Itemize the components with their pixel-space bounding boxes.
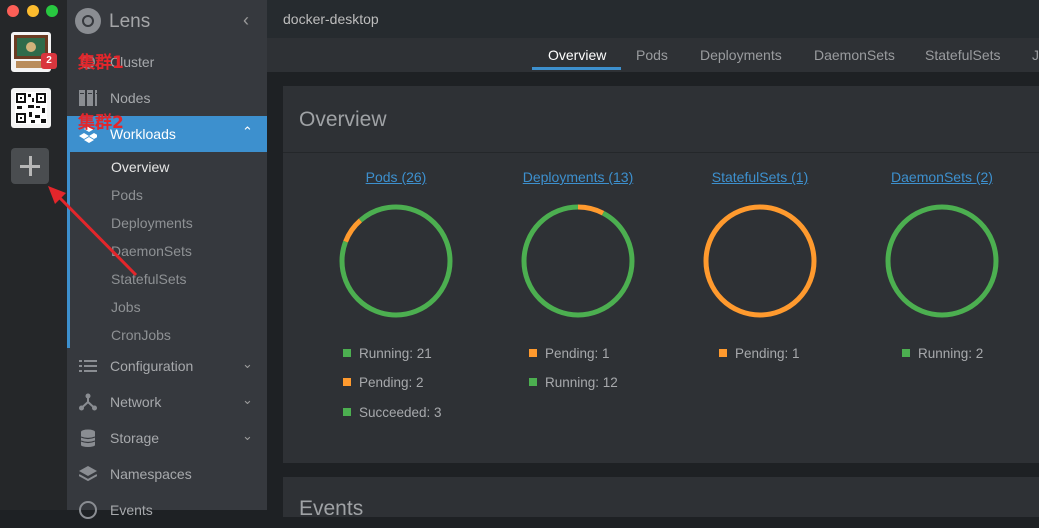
divider — [283, 152, 1039, 153]
lens-logo-icon — [75, 8, 101, 34]
main-content: docker-desktop Overview Pods Deployments… — [267, 0, 1039, 520]
donut-segment-running — [521, 204, 635, 318]
pods-donut-chart — [339, 204, 453, 318]
legend-dot — [902, 349, 910, 357]
annotation-cluster-1: 集群1 — [78, 53, 124, 73]
legend-label: Pending: 2 — [359, 375, 424, 390]
chevron-up-icon: ⌃ — [242, 124, 253, 139]
chevron-down-icon: ⌄ — [242, 392, 253, 407]
daemonsets-chart-title[interactable]: DaemonSets (2) — [852, 169, 1032, 185]
overview-panel: Overview Pods (26) Deployments (13) Stat… — [283, 86, 1039, 463]
sidebar-item-network[interactable]: Network ⌄ — [67, 384, 267, 420]
pods-chart-title[interactable]: Pods (26) — [306, 169, 486, 185]
legend-dot — [529, 378, 537, 386]
legend-label: Running: 2 — [918, 346, 984, 361]
window-close-button[interactable] — [7, 5, 19, 17]
legend-item: Succeeded: 3 — [343, 405, 442, 420]
legend-label: Pending: 1 — [735, 346, 800, 361]
legend-item: Pending: 1 — [529, 346, 610, 361]
sidebar-subitem-jobs[interactable]: Jobs — [111, 299, 141, 315]
network-icon — [79, 393, 97, 411]
window-maximize-button[interactable] — [46, 5, 58, 17]
statefulsets-donut-chart — [703, 204, 817, 318]
legend-label: Succeeded: 3 — [359, 405, 442, 420]
nodes-icon — [79, 90, 97, 106]
sidebar-item-label: Network — [110, 394, 162, 410]
sidebar-item-events[interactable]: Events — [67, 492, 267, 528]
tab-pods[interactable]: Pods — [636, 47, 668, 63]
add-cluster-button[interactable] — [11, 148, 49, 184]
deployments-donut-chart — [521, 204, 635, 318]
overview-title: Overview — [299, 108, 387, 131]
daemonsets-donut-chart — [885, 204, 999, 318]
cluster-name: docker-desktop — [283, 11, 379, 27]
chevron-down-icon: ⌄ — [242, 356, 253, 371]
legend-item: Running: 21 — [343, 346, 432, 361]
tab-daemonsets[interactable]: DaemonSets — [814, 47, 895, 63]
sidebar-item-label: Nodes — [110, 90, 151, 106]
legend-dot — [719, 349, 727, 357]
tab-overview[interactable]: Overview — [548, 47, 606, 63]
donut-segment-pending — [703, 204, 817, 318]
deployments-chart-title[interactable]: Deployments (13) — [488, 169, 668, 185]
statefulsets-chart-title[interactable]: StatefulSets (1) — [670, 169, 850, 185]
tab-deployments[interactable]: Deployments — [700, 47, 782, 63]
sidebar-item-label: Namespaces — [110, 466, 192, 482]
legend-dot — [343, 408, 351, 416]
tab-statefulsets[interactable]: StatefulSets — [925, 47, 1001, 63]
sidebar-item-namespaces[interactable]: Namespaces — [67, 456, 267, 492]
clock-icon — [79, 501, 97, 519]
window-minimize-button[interactable] — [27, 5, 39, 17]
tab-bar: Overview Pods Deployments DaemonSets Sta… — [267, 38, 1039, 72]
legend-label: Pending: 1 — [545, 346, 610, 361]
chevron-down-icon: ⌄ — [242, 428, 253, 443]
events-title: Events — [299, 497, 364, 520]
sidebar-item-configuration[interactable]: Configuration ⌄ — [67, 348, 267, 384]
cluster-badge: 2 — [41, 53, 57, 69]
layers-icon — [79, 466, 97, 482]
legend-label: Running: 12 — [545, 375, 618, 390]
legend-item: Pending: 1 — [719, 346, 800, 361]
legend-dot — [529, 349, 537, 357]
active-tab-indicator — [532, 67, 621, 70]
annotation-arrow — [48, 186, 138, 277]
legend-item: Running: 12 — [529, 375, 618, 390]
legend-dot — [343, 378, 351, 386]
sidebar-item-storage[interactable]: Storage ⌄ — [67, 420, 267, 456]
sidebar-item-label: Events — [110, 502, 153, 518]
app-title: Lens — [109, 11, 151, 32]
donut-segment-running — [885, 204, 999, 318]
qr-code-icon — [15, 92, 47, 124]
events-panel: Events — [283, 477, 1039, 520]
legend-item: Pending: 2 — [343, 375, 424, 390]
topbar: docker-desktop — [267, 0, 1039, 38]
list-icon — [79, 360, 97, 372]
collapse-sidebar-icon[interactable]: ‹ — [243, 10, 249, 31]
legend-label: Running: 21 — [359, 346, 432, 361]
sidebar-header: Lens ‹ — [67, 0, 267, 42]
sidebar-subitem-cronjobs[interactable]: CronJobs — [111, 327, 171, 343]
database-icon — [80, 429, 96, 447]
cluster-icon-2[interactable] — [11, 88, 51, 128]
tab-jobs[interactable]: J — [1032, 47, 1039, 63]
legend-dot — [343, 349, 351, 357]
annotation-cluster-2: 集群2 — [78, 113, 124, 133]
sidebar-item-label: Configuration — [110, 358, 194, 374]
sidebar-subitem-overview[interactable]: Overview — [111, 159, 169, 175]
legend-item: Running: 2 — [902, 346, 983, 361]
sidebar-item-label: Storage — [110, 430, 160, 446]
